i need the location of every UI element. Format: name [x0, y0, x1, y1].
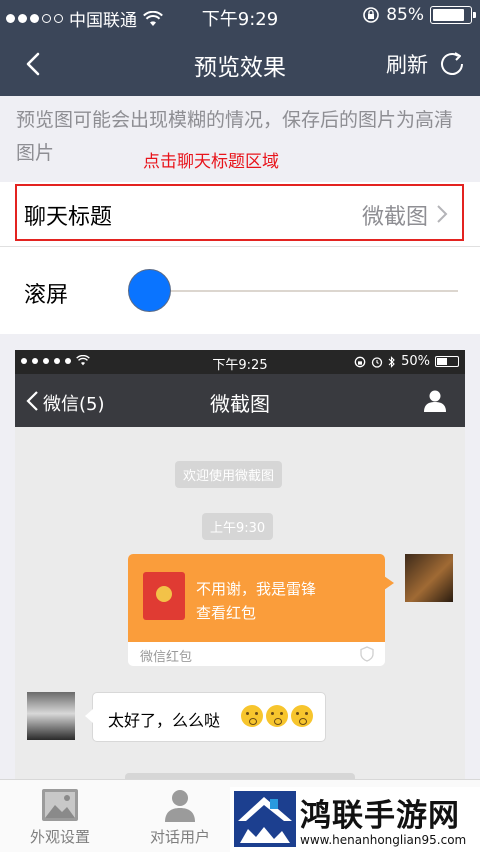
preview-title: 微截图: [210, 392, 270, 416]
kiss-emoji-icon: [291, 705, 313, 727]
preview-battery-icon: [435, 356, 459, 367]
incoming-message-text: 太好了，么么哒: [108, 711, 221, 730]
watermark-logo: [234, 791, 296, 847]
watermark: 鸿联手游网 www.henanhonglian95.com: [230, 787, 480, 852]
kiss-emoji-icon: [241, 705, 263, 727]
battery-icon: [430, 6, 476, 24]
user-icon: [165, 790, 195, 822]
red-packet-footer: 微信红包: [140, 650, 193, 665]
preview-battery-percent: 50%: [401, 354, 430, 369]
image-icon: [42, 789, 78, 821]
scroll-slider-knob[interactable]: [128, 269, 171, 312]
tab-chat-users-label: 对话用户: [149, 828, 210, 846]
chat-preview: 下午9:25 50% 微信(5) 微截图 欢迎使用微截图 上午9:30 不用谢，…: [15, 350, 465, 780]
tab-chat-users[interactable]: 对话用户: [120, 780, 240, 852]
bluetooth-icon: [388, 355, 395, 368]
bubble-tail: [384, 576, 394, 590]
battery-percent: 85%: [386, 5, 424, 25]
kiss-emoji-icon: [266, 705, 288, 727]
tab-appearance[interactable]: 外观设置: [0, 780, 120, 852]
preview-status-bar: 下午9:25 50%: [15, 350, 465, 374]
chat-title-value: 微截图: [361, 205, 428, 230]
orientation-lock-icon: [363, 7, 380, 23]
watermark-name: 鸿联手游网: [300, 798, 460, 834]
alarm-icon: [371, 356, 383, 368]
nav-bar: 预览效果 刷新: [0, 32, 480, 96]
status-bar: 中国联通 下午9:29 85%: [0, 0, 480, 32]
scroll-row: 滚屏: [0, 246, 480, 334]
red-packet-message: 不用谢，我是雷锋 查看红包 微信红包: [128, 554, 394, 666]
person-icon: [424, 390, 446, 412]
preview-status-right: 50%: [354, 354, 459, 369]
red-packet-action: 查看红包: [196, 604, 257, 622]
preview-lock-icon: [354, 356, 366, 367]
scroll-label: 滚屏: [24, 283, 69, 308]
preview-nav-bar: 微信(5) 微截图: [15, 374, 465, 427]
bubble-tail: [85, 709, 93, 723]
tab-appearance-label: 外观设置: [29, 828, 90, 846]
red-packet-greeting: 不用谢，我是雷锋: [196, 580, 317, 598]
red-envelope-icon: [143, 572, 185, 620]
refresh-button[interactable]: 刷新: [386, 49, 428, 79]
shield-icon: [360, 646, 374, 662]
kiss-emoji-group: [241, 705, 313, 727]
chat-title-row[interactable]: 聊天标题 微截图: [0, 182, 480, 246]
my-avatar: [405, 554, 453, 602]
annotation-label: 点击聊天标题区域: [143, 152, 279, 172]
scroll-slider-track[interactable]: [148, 290, 458, 292]
status-right: 85%: [362, 5, 476, 25]
refresh-icon[interactable]: [436, 48, 468, 80]
chevron-right-icon: [437, 205, 448, 223]
watermark-url: www.henanhonglian95.com: [300, 833, 467, 847]
contact-avatar: [27, 692, 75, 740]
timestamp-pill: 上午9:30: [202, 513, 274, 540]
incoming-message: 太好了，么么哒: [85, 692, 326, 742]
chat-title-label: 聊天标题: [24, 205, 113, 230]
system-message: 欢迎使用微截图: [175, 461, 283, 488]
